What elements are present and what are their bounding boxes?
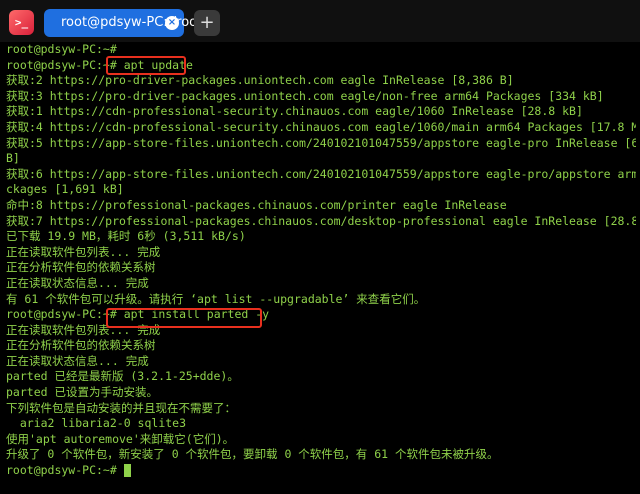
terminal-line: 正在读取软件包列表... 完成: [6, 322, 161, 337]
terminal-line: B]: [6, 151, 20, 166]
terminal-line: 正在读取状态信息... 完成: [6, 275, 149, 290]
terminal-line: 正在分析软件包的依赖关系树: [6, 338, 156, 353]
terminal-line: aria2 libaria2-0 sqlite3: [6, 416, 187, 431]
terminal-line: root@pdsyw-PC:~# apt update: [6, 57, 193, 72]
terminal-line: 正在读取状态信息... 完成: [6, 353, 149, 368]
terminal-line: root@pdsyw-PC:~# apt install parted -y: [6, 307, 270, 322]
new-tab-button[interactable]: +: [194, 10, 220, 36]
highlight-box-apt-update: [106, 56, 186, 75]
close-icon[interactable]: ×: [165, 16, 179, 30]
terminal-line: 使用'apt autoremove'来卸载它(它们)。: [6, 431, 235, 446]
tab-title: root@pdsyw-PC: /root: [61, 15, 203, 30]
terminal-line: parted 已经是最新版 (3.2.1-25+dde)。: [6, 369, 239, 384]
terminal-line: 已下载 19.9 MB，耗时 6秒 (3,511 kB/s): [6, 229, 246, 244]
terminal-line: 获取:3 https://pro-driver-packages.unionte…: [6, 88, 604, 103]
terminal-line: 获取:5 https://app-store-files.uniontech.c…: [6, 135, 636, 150]
terminal-line: 获取:6 https://app-store-files.uniontech.c…: [6, 166, 636, 181]
terminal-line: 获取:7 https://professional-packages.china…: [6, 213, 636, 228]
terminal-line: root@pdsyw-PC:~#: [6, 42, 117, 56]
terminal-output[interactable]: root@pdsyw-PC:~# root@pdsyw-PC:~# apt up…: [6, 42, 636, 490]
terminal-line: 获取:1 https://cdn-professional-security.c…: [6, 104, 583, 119]
terminal-line: 命中:8 https://professional-packages.china…: [6, 197, 507, 212]
terminal-line: 升级了 0 个软件包，新安装了 0 个软件包，要卸载 0 个软件包，有 61 个…: [6, 447, 499, 462]
terminal-line: 正在分析软件包的依赖关系树: [6, 260, 156, 275]
terminal-line: 获取:2 https://pro-driver-packages.unionte…: [6, 73, 514, 88]
terminal-line: parted 已设置为手动安装。: [6, 385, 158, 400]
terminal-line: 下列软件包是自动安装的并且现在不需要了：: [6, 400, 236, 415]
terminal-line: root@pdsyw-PC:~#: [6, 463, 636, 479]
tab-root-terminal[interactable]: root@pdsyw-PC: /root ×: [44, 9, 202, 37]
terminal-line: 有 61 个软件包可以升级。请执行 ‘apt list --upgradable…: [6, 291, 426, 306]
text-cursor: [123, 464, 131, 478]
terminal-line: ckages [1,691 kB]: [6, 182, 124, 197]
terminal-line: 正在读取软件包列表... 完成: [6, 244, 161, 259]
terminal-app-icon[interactable]: >_: [9, 10, 34, 35]
terminal-window: >_ root@pdsyw-PC: /root × + root@pdsyw-P…: [0, 0, 640, 494]
highlight-box-apt-install: [106, 308, 262, 328]
title-bar: >_ root@pdsyw-PC: /root × +: [0, 0, 640, 42]
terminal-prompt: root@pdsyw-PC:~#: [6, 463, 117, 478]
terminal-line: 获取:4 https://cdn-professional-security.c…: [6, 119, 636, 134]
